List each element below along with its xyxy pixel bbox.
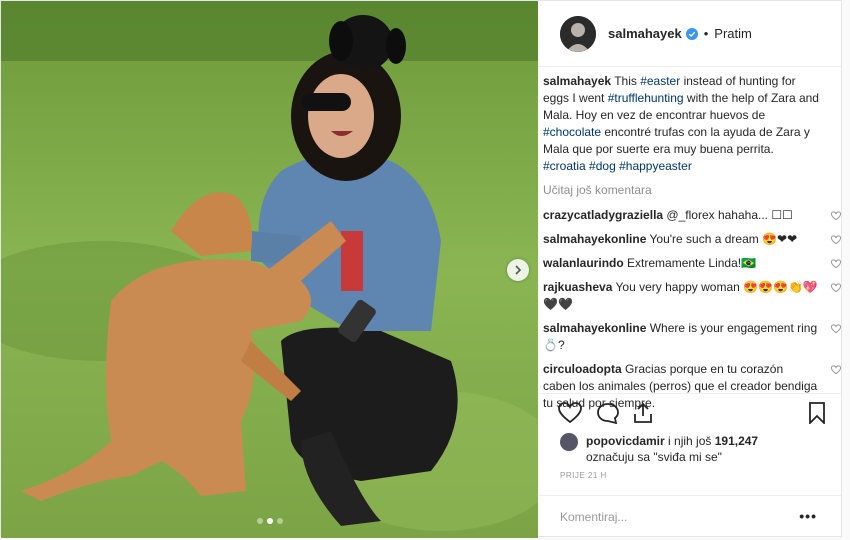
- caption-hashtag[interactable]: #happyeaster: [619, 159, 692, 173]
- save-button[interactable]: [808, 402, 826, 429]
- liker-username[interactable]: popovicdamir: [586, 434, 665, 448]
- verified-badge-icon: [685, 27, 698, 40]
- comment-username[interactable]: circuloadopta: [543, 362, 622, 376]
- comment-item: walanlaurindo Extremamente Linda!🇧🇷: [543, 255, 841, 272]
- post-header: salmahayek • Pratim: [538, 1, 841, 67]
- post-card: salmahayek • Pratim salmahayek This #eas…: [0, 0, 842, 539]
- carousel-dot-active: [266, 518, 273, 524]
- comment-like-icon[interactable]: [831, 283, 841, 293]
- like-button[interactable]: [558, 402, 582, 429]
- caption-hashtag[interactable]: #trufflehunting: [608, 91, 684, 105]
- likes-count[interactable]: 191,247: [715, 434, 758, 448]
- post-timestamp[interactable]: PRIJE 21 H: [560, 471, 607, 480]
- comment-username[interactable]: salmahayekonline: [543, 321, 646, 335]
- action-bar: popovicdamir i njih još 191,247 označuju…: [538, 393, 841, 464]
- add-comment-input[interactable]: Komentiraj...: [560, 510, 627, 524]
- comment-username[interactable]: walanlaurindo: [543, 256, 624, 270]
- caption-hashtag[interactable]: #croatia: [543, 159, 586, 173]
- avatar-image: [560, 15, 596, 52]
- chevron-right-icon: [515, 265, 522, 275]
- comment-list: salmahayek This #easter instead of hunti…: [543, 73, 841, 419]
- caption-text: This #easter instead of hunting for eggs…: [543, 74, 819, 173]
- load-more-comments-link[interactable]: Učitaj još komentara: [543, 182, 833, 199]
- caption-hashtag[interactable]: #chocolate: [543, 125, 601, 139]
- comment-item: rajkuasheva You very happy woman 😍😍😍👏💖 🖤…: [543, 279, 841, 313]
- comment-bubble-icon: [597, 403, 619, 425]
- comment-like-icon[interactable]: [831, 324, 841, 334]
- likes-text-2: označuju sa "sviđa mi se": [586, 450, 722, 464]
- caption-hashtag[interactable]: #dog: [589, 159, 616, 173]
- comment-like-icon[interactable]: [831, 211, 841, 221]
- header-username[interactable]: salmahayek: [608, 26, 682, 41]
- carousel-dot: [256, 518, 263, 524]
- comment-like-icon[interactable]: [831, 235, 841, 245]
- comment-text: Extremamente Linda!🇧🇷: [627, 256, 757, 270]
- caption: salmahayek This #easter instead of hunti…: [543, 73, 833, 175]
- comment-button[interactable]: [596, 402, 620, 429]
- comment-text: @_florex hahaha... ☐☐: [666, 208, 793, 222]
- liker-avatar: [560, 433, 578, 451]
- comment-item: salmahayekonline Where is your engagemen…: [543, 320, 841, 354]
- avatar[interactable]: [560, 15, 596, 52]
- comment-item: crazycatladygraziella @_florex hahaha...…: [543, 207, 841, 224]
- caption-username[interactable]: salmahayek: [543, 74, 611, 88]
- comment-username[interactable]: salmahayekonline: [543, 232, 646, 246]
- comment-text: You're such a dream 😍❤❤: [649, 232, 798, 246]
- carousel-dot: [276, 518, 283, 524]
- carousel-next-button[interactable]: [507, 259, 529, 281]
- carousel-indicator: [1, 518, 538, 524]
- comment-item: salmahayekonline You're such a dream 😍❤❤: [543, 231, 841, 248]
- follow-button[interactable]: Pratim: [714, 26, 752, 41]
- likes-text-1: i njih još: [664, 434, 715, 448]
- comment-like-icon[interactable]: [831, 365, 841, 375]
- share-icon: [634, 402, 652, 423]
- post-photo[interactable]: [1, 1, 538, 538]
- header-separator: •: [703, 26, 709, 41]
- caption-hashtag[interactable]: #easter: [640, 74, 680, 88]
- heart-icon: [558, 402, 582, 424]
- caption-segment: This: [614, 74, 641, 88]
- comment-username[interactable]: rajkuasheva: [543, 280, 612, 294]
- add-comment-bar: Komentiraj... •••: [538, 495, 841, 539]
- bookmark-icon: [809, 402, 825, 426]
- photo-illustration: [1, 1, 538, 538]
- share-button[interactable]: [632, 402, 654, 429]
- comment-like-icon[interactable]: [831, 259, 841, 269]
- more-options-button[interactable]: •••: [799, 508, 817, 524]
- comment-username[interactable]: crazycatladygraziella: [543, 208, 663, 222]
